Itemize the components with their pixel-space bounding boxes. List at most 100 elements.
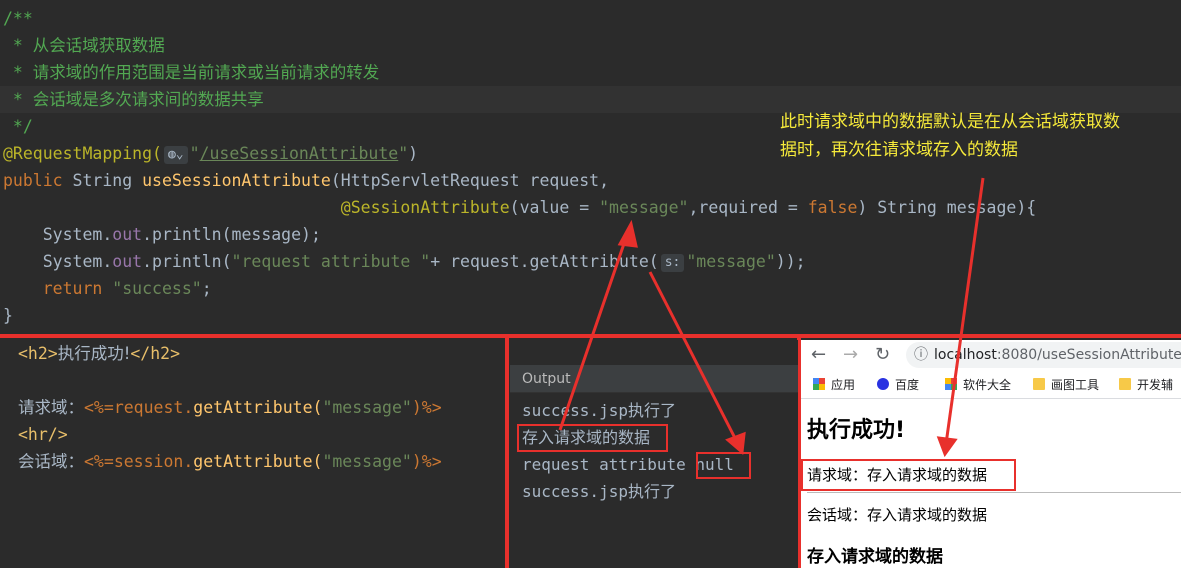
folder-icon: [1119, 378, 1131, 390]
mapping-url-link[interactable]: /useSessionAttribute: [200, 144, 399, 163]
bookmark-apps[interactable]: 应用: [813, 375, 855, 395]
annotation-note-line: 此时请求域中的数据默认是在从会话域获取数: [780, 112, 1120, 132]
output-panel-title[interactable]: Output: [510, 365, 798, 393]
text-token: 请求域：: [18, 398, 84, 417]
text-token: 会话域：: [18, 452, 84, 471]
string-token: "message": [322, 452, 412, 471]
bookmark-dev-helper[interactable]: 开发辅: [1119, 375, 1173, 395]
red-divider-horizontal: [0, 334, 1181, 338]
field-token: out: [112, 252, 143, 271]
operator-token: +: [430, 252, 451, 271]
equals-token: =: [777, 198, 808, 217]
bookmark-label: 画图工具: [1051, 378, 1100, 392]
code-method-signature-line: public String useSessionAttribute(HttpSe…: [3, 167, 609, 194]
address-bar[interactable]: ⓘ localhost:8080/useSessionAttribute: [906, 342, 1181, 368]
reload-icon[interactable]: ↻: [875, 343, 890, 367]
annotation-note: 此时请求域中的数据默认是在从会话域获取数 据时，再次往请求域存入的数据: [780, 108, 1170, 164]
url-path: :8080/useSessionAttribute: [996, 347, 1181, 363]
string-token: ": [189, 144, 200, 163]
string-token: "message": [686, 252, 776, 271]
back-arrow-icon[interactable]: ←: [811, 343, 826, 367]
jsp-h2-line: <h2>执行成功!</h2>: [18, 340, 180, 367]
baidu-paw-icon: [877, 378, 889, 390]
keyword-token: public: [3, 171, 63, 190]
forward-arrow-icon[interactable]: →: [843, 343, 858, 367]
attr-name-token: value: [519, 198, 570, 217]
output-line: success.jsp执行了: [522, 401, 676, 420]
highlight-box: [517, 424, 668, 452]
text-token: 执行成功!: [57, 344, 131, 363]
type-token: ) String: [857, 198, 947, 217]
brace-token: ){: [1016, 198, 1037, 217]
annotation-token: @SessionAttribute: [340, 198, 510, 217]
paren-token: ): [408, 144, 419, 163]
keyword-token: return: [42, 279, 103, 298]
code-editor-top: /** * 从会话域获取数据 * 请求域的作用范围是当前请求或当前请求的转发 *…: [0, 0, 1181, 335]
call-token: .getAttribute(: [519, 252, 659, 271]
param-name-token: message: [946, 198, 1017, 217]
object-token: session.: [113, 452, 194, 471]
string-token: "message": [322, 398, 412, 417]
bookmark-label: 应用: [831, 378, 856, 392]
param-type-token: (HttpServletRequest: [330, 171, 530, 190]
jsp-request-line: 请求域：<%=request.getAttribute("message")%>: [18, 394, 442, 421]
code-println-message-line: System.out.println(message);: [3, 221, 321, 248]
code-closing-brace-line: }: [3, 306, 13, 325]
page-session-text: 会话域：存入请求域的数据: [807, 506, 988, 524]
tag-token: <h2>: [18, 344, 58, 363]
field-token: out: [112, 225, 143, 244]
highlight-box: [801, 459, 1016, 491]
object-token: request.: [113, 398, 194, 417]
paren-token: ));: [775, 252, 806, 271]
code-println-attribute-line: System.out.println("request attribute "+…: [3, 248, 806, 275]
bookmark-software[interactable]: 软件大全: [945, 375, 1011, 395]
code-session-attribute-line: @SessionAttribute(value = "message",requ…: [3, 194, 1036, 221]
bookmark-label: 百度: [895, 378, 920, 392]
output-panel: Output success.jsp执行了 存入请求域的数据 request a…: [510, 340, 798, 568]
globe-icon[interactable]: ◍⌄: [163, 145, 188, 164]
output-line: success.jsp执行了: [522, 482, 676, 501]
semicolon-token: ;: [201, 279, 212, 298]
param-name-token: request: [529, 171, 600, 190]
class-token: System.: [42, 225, 113, 244]
string-token: "request attribute ": [231, 252, 431, 271]
equals-token: =: [569, 198, 600, 217]
expr-open-token: <%=: [84, 452, 114, 471]
jsp-editor: <h2>执行成功!</h2> 请求域：<%=request.getAttribu…: [0, 340, 505, 568]
page-subheading: 存入请求域的数据: [807, 547, 943, 567]
code-comment-line: */: [3, 117, 33, 136]
method-token: getAttribute(: [193, 452, 323, 471]
expr-close-token: )%>: [411, 452, 442, 471]
page-heading: 执行成功!: [807, 418, 906, 443]
apps-grid-icon: [813, 378, 825, 390]
bookmark-label: 开发辅: [1137, 378, 1174, 392]
call-token: .println(message);: [142, 225, 321, 244]
info-icon[interactable]: ⓘ: [914, 347, 928, 363]
attr-name-token: ,required: [688, 198, 778, 217]
annotation-note-line: 据时，再次往请求域存入的数据: [780, 140, 1018, 160]
browser-window: ← → ↻ ⓘ localhost:8080/useSessionAttribut…: [801, 340, 1181, 568]
red-divider-vertical: [505, 334, 509, 568]
expr-open-token: <%=: [84, 398, 114, 417]
bookmark-drawing-tool[interactable]: 画图工具: [1033, 375, 1099, 395]
tag-token: <hr/>: [18, 425, 68, 444]
browser-nav-bar: ← → ↻ ⓘ localhost:8080/useSessionAttribut…: [801, 340, 1181, 370]
page-divider: [807, 492, 1181, 493]
code-comment-line: * 从会话域获取数据: [3, 36, 165, 55]
type-token: String: [62, 171, 143, 190]
class-token: System.: [42, 252, 113, 271]
code-comment-line: * 请求域的作用范围是当前请求或当前请求的转发: [3, 63, 380, 82]
code-comment-line: * 会话域是多次请求间的数据共享: [3, 90, 264, 109]
folder-icon: [1033, 378, 1045, 390]
call-token: .println(: [142, 252, 232, 271]
tag-token: </h2>: [130, 344, 181, 363]
parameter-hint: s:: [660, 253, 685, 272]
bookmark-baidu[interactable]: 百度: [877, 375, 919, 395]
param-name-token: request: [450, 252, 520, 271]
annotation-token: @RequestMapping(: [3, 144, 162, 163]
string-token: "message": [599, 198, 689, 217]
string-token: ": [398, 144, 409, 163]
